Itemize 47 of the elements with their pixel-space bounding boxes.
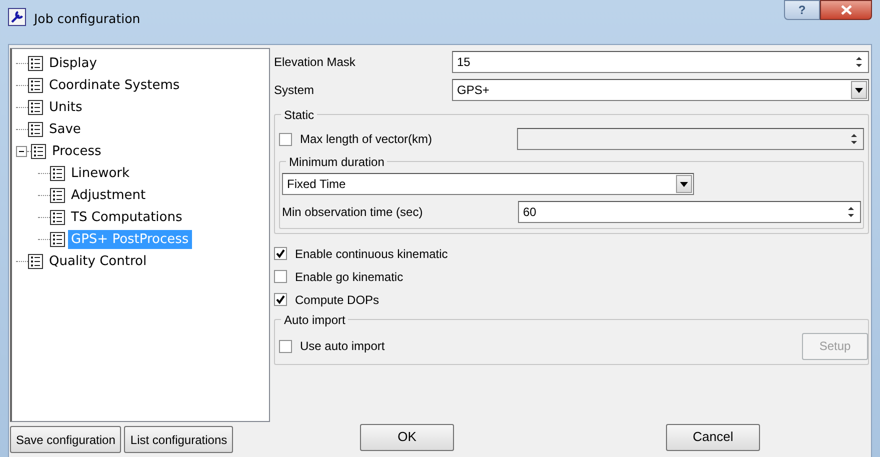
field-label: Min observation time (sec): [282, 204, 424, 221]
checkbox[interactable]: [274, 270, 287, 283]
dropdown-arrow-icon: [855, 88, 863, 92]
dropdown-arrow-icon: [680, 182, 688, 186]
tree-item[interactable]: Coordinate Systems: [46, 76, 183, 94]
dialog-button[interactable]: Cancel: [666, 424, 760, 450]
checkbox-label: Use auto import: [300, 338, 385, 355]
config-button[interactable]: List configurations: [124, 426, 234, 453]
checkbox-label: Enable go kinematic: [295, 268, 404, 286]
list-icon: [50, 210, 65, 224]
checkbox-label: Enable continuous kinematic: [295, 246, 448, 262]
checkbox-label: Max length of vector(km): [300, 131, 432, 148]
close-button[interactable]: [820, 0, 872, 20]
list-icon: [28, 56, 43, 70]
wrench-icon: [8, 8, 26, 26]
tree-item[interactable]: TS Computations: [68, 208, 186, 226]
tree-item[interactable]: Quality Control: [46, 252, 150, 270]
list-icon: [28, 78, 43, 92]
dropdown[interactable]: Fixed Time: [282, 173, 694, 195]
help-button[interactable]: ?: [784, 0, 820, 20]
config-button[interactable]: Save configuration: [10, 426, 122, 453]
tree-item[interactable]: Adjustment: [68, 186, 149, 204]
field-label: System: [274, 82, 316, 99]
spin-field[interactable]: 15: [452, 51, 869, 73]
checkbox[interactable]: [279, 340, 292, 352]
field-label: Elevation Mask: [274, 54, 356, 71]
window-title: Job configuration: [34, 10, 140, 28]
list-icon: [50, 188, 65, 202]
list-icon: [28, 100, 43, 114]
spin-field[interactable]: 60: [518, 201, 861, 223]
dialog-button[interactable]: OK: [360, 424, 454, 450]
list-icon: [31, 144, 46, 158]
tree-item[interactable]: Save: [46, 120, 84, 138]
tree-item[interactable]: Linework: [68, 164, 133, 182]
tree-item[interactable]: Units: [46, 98, 86, 116]
dropdown[interactable]: GPS+: [452, 79, 869, 101]
checkbox[interactable]: [274, 247, 287, 260]
tree-item[interactable]: Display: [46, 54, 100, 72]
close-icon: [840, 5, 852, 15]
checkbox[interactable]: [274, 293, 287, 306]
list-icon: [50, 166, 65, 180]
list-icon: [28, 122, 43, 136]
collapse-icon[interactable]: [16, 146, 27, 156]
list-icon: [28, 254, 43, 268]
tree-item[interactable]: Process: [49, 142, 104, 160]
checkbox-label: Compute DOPs: [295, 292, 380, 308]
list-icon: [50, 232, 65, 246]
